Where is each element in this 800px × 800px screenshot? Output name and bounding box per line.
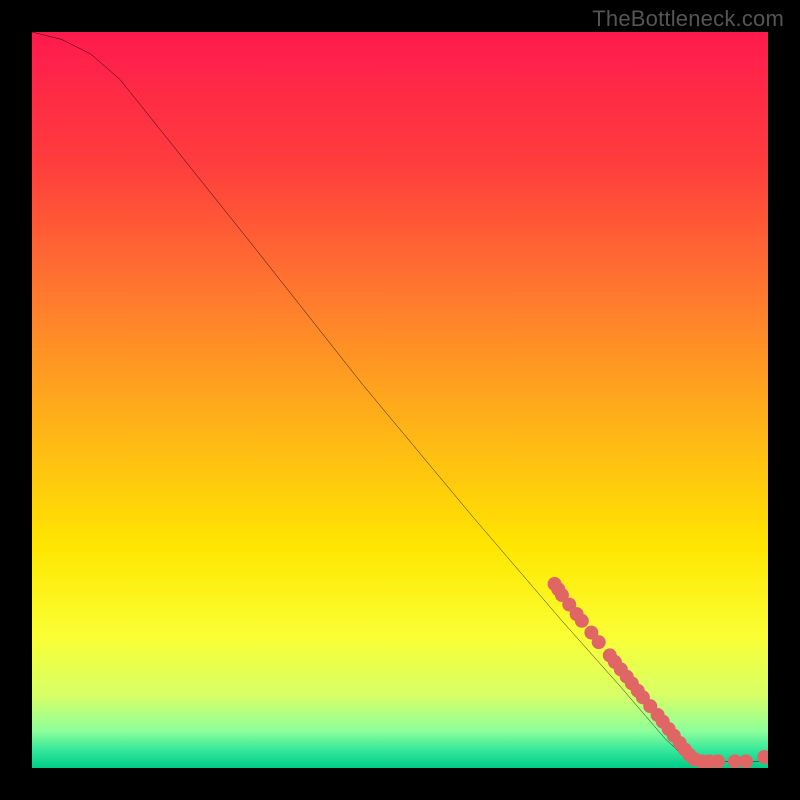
chart-container: TheBottleneck.com: [0, 0, 800, 800]
attribution-label: TheBottleneck.com: [592, 6, 784, 32]
marker-point: [711, 754, 725, 768]
marker-point: [592, 635, 606, 649]
marker-point: [575, 614, 589, 628]
marker-point: [739, 754, 753, 768]
heat-background: [32, 32, 768, 768]
chart-plot: [32, 32, 768, 768]
